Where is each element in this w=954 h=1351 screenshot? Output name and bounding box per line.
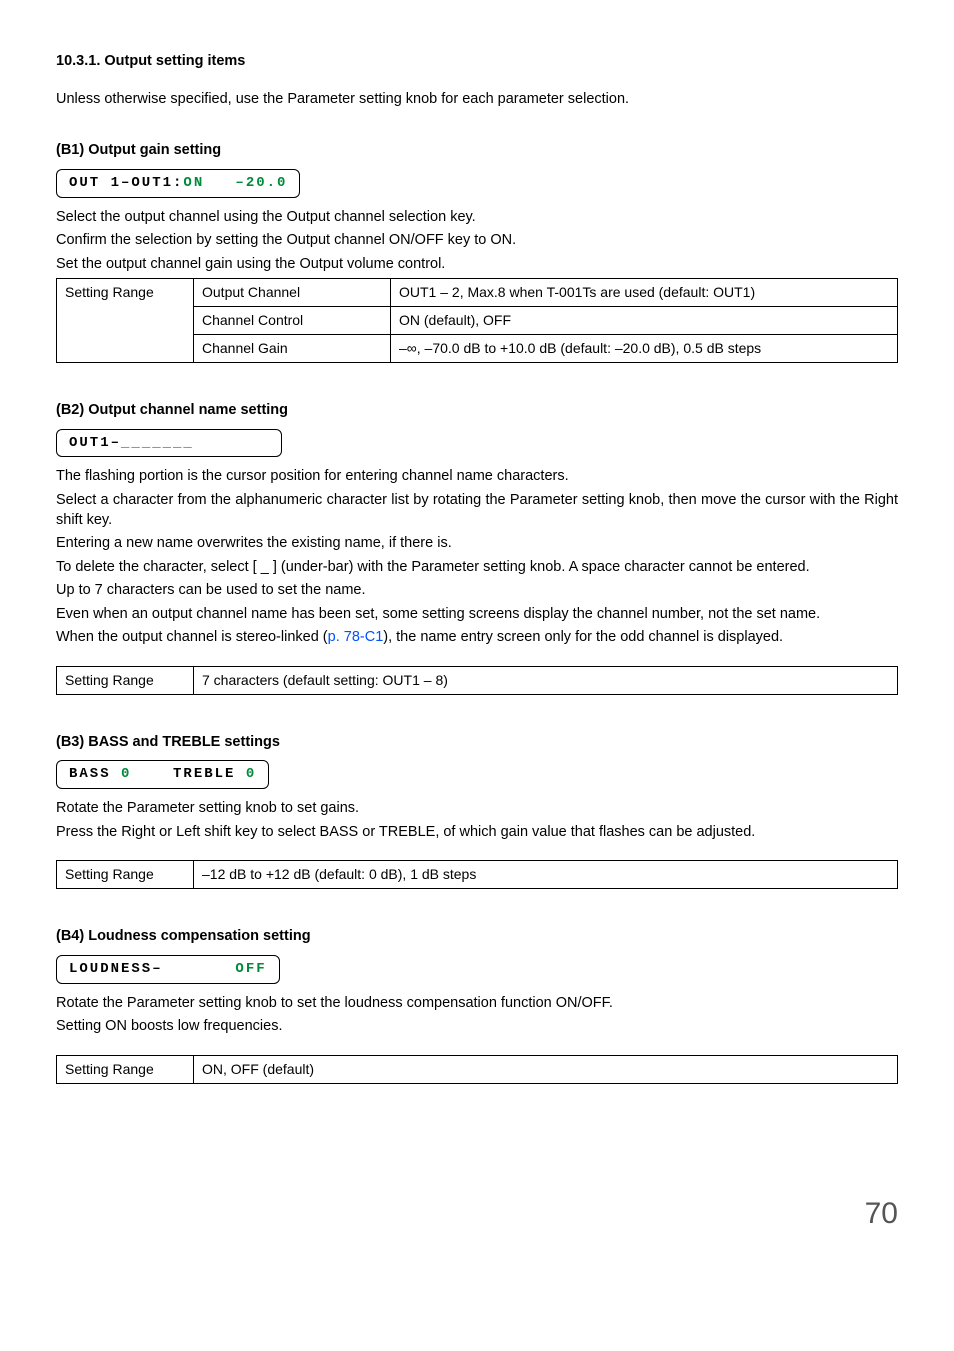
b3-display: BASS 0 TREBLE 0 <box>56 760 269 789</box>
b3-t-c2: –12 dB to +12 dB (default: 0 dB), 1 dB s… <box>194 861 898 889</box>
b2-p7: When the output channel is stereo-linked… <box>56 628 898 648</box>
b4-display: LOUDNESS– OFF <box>56 955 280 984</box>
b1-disp-value: ON –20.0 <box>183 175 287 191</box>
b3-disp-v2: 0 <box>246 766 256 782</box>
b3-p1: Rotate the Parameter setting knob to set… <box>56 799 898 819</box>
b3-p2: Press the Right or Left shift key to sel… <box>56 823 898 843</box>
b2-setting-table: Setting Range 7 characters (default sett… <box>56 666 898 695</box>
b3-setting-table: Setting Range –12 dB to +12 dB (default:… <box>56 860 898 889</box>
b3-disp-l1: BASS <box>69 766 121 782</box>
b2-title: (B2) Output channel name setting <box>56 401 898 421</box>
b1-t-r3c3: –∞, –70.0 dB to +10.0 dB (default: –20.0… <box>391 335 898 363</box>
b1-disp-pre: OUT 1–OUT1: <box>69 175 183 191</box>
b1-p2: Confirm the selection by setting the Out… <box>56 231 898 251</box>
b1-t-r1c2: Output Channel <box>194 279 391 307</box>
b3-title: (B3) BASS and TREBLE settings <box>56 733 898 753</box>
b4-p1: Rotate the Parameter setting knob to set… <box>56 994 898 1014</box>
b2-t-c2: 7 characters (default setting: OUT1 – 8) <box>194 666 898 694</box>
b2-p5: Up to 7 characters can be used to set th… <box>56 581 898 601</box>
b1-p3: Set the output channel gain using the Ou… <box>56 255 898 275</box>
b2-display: OUT1–_______ <box>56 429 282 458</box>
b2-p7b: ), the name entry screen only for the od… <box>383 629 783 645</box>
b2-p2: Select a character from the alphanumeric… <box>56 491 898 530</box>
page-number: 70 <box>56 1194 898 1235</box>
b2-disp-value: _______ <box>121 435 194 451</box>
b1-t-r2c2: Channel Control <box>194 307 391 335</box>
b3-disp-v1: 0 <box>121 766 131 782</box>
b1-t-r3c2: Channel Gain <box>194 335 391 363</box>
b1-t-r1c3: OUT1 – 2, Max.8 when T-001Ts are used (d… <box>391 279 898 307</box>
b4-disp-l: LOUDNESS– <box>69 961 235 977</box>
b1-display: OUT 1–OUT1:ON –20.0 <box>56 169 300 198</box>
b4-t-c2: ON, OFF (default) <box>194 1055 898 1083</box>
b2-p6: Even when an output channel name has bee… <box>56 605 898 625</box>
b3-disp-l2: TREBLE <box>131 766 245 782</box>
b2-t-c1: Setting Range <box>57 666 194 694</box>
b1-setting-table: Setting Range Output Channel OUT1 – 2, M… <box>56 278 898 363</box>
section-intro: Unless otherwise specified, use the Para… <box>56 90 898 110</box>
b4-title: (B4) Loudness compensation setting <box>56 927 898 947</box>
b3-t-c1: Setting Range <box>57 861 194 889</box>
b2-p4: To delete the character, select [ _ ] (u… <box>56 558 898 578</box>
b1-t-r1c1: Setting Range <box>57 279 194 363</box>
b4-disp-v: OFF <box>235 961 266 977</box>
b2-p3: Entering a new name overwrites the exist… <box>56 534 898 554</box>
b2-disp-pre: OUT1– <box>69 435 121 451</box>
b2-p7a: When the output channel is stereo-linked… <box>56 629 328 645</box>
b1-t-r2c3: ON (default), OFF <box>391 307 898 335</box>
b4-p2: Setting ON boosts low frequencies. <box>56 1017 898 1037</box>
b2-p1: The flashing portion is the cursor posit… <box>56 467 898 487</box>
b1-title: (B1) Output gain setting <box>56 141 898 161</box>
b4-setting-table: Setting Range ON, OFF (default) <box>56 1055 898 1084</box>
b2-p7-link[interactable]: p. 78-C1 <box>328 629 384 645</box>
section-title: 10.3.1. Output setting items <box>56 52 898 72</box>
b4-t-c1: Setting Range <box>57 1055 194 1083</box>
b1-p1: Select the output channel using the Outp… <box>56 208 898 228</box>
